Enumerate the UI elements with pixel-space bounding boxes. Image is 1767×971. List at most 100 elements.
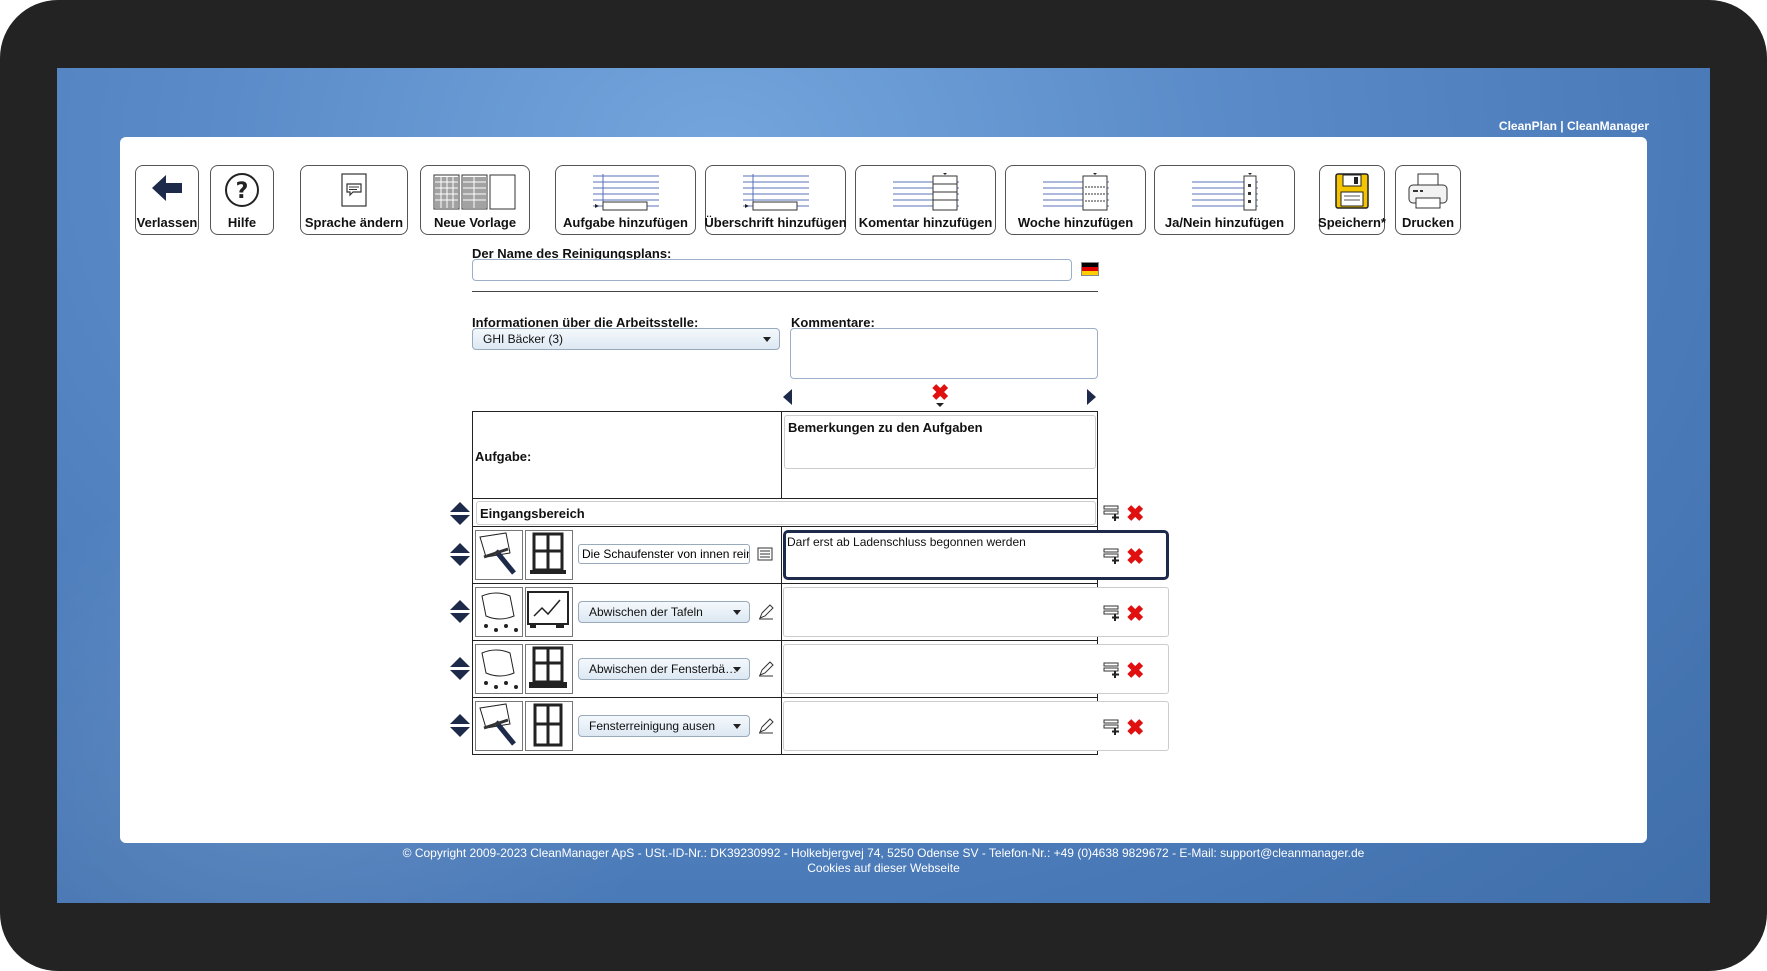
add-comment-button[interactable]: Komentar hinzufügen	[855, 165, 996, 235]
pencil-icon[interactable]	[757, 603, 775, 626]
plan-name-input[interactable]	[472, 259, 1072, 281]
add-week-label: Woche hinzufügen	[1017, 215, 1134, 230]
app-screen: CleanPlan | CleanManager Verlassen ? Hil…	[57, 68, 1710, 903]
remarks-column-header: Bemerkungen zu den Aufgaben	[788, 420, 983, 435]
section-row: Eingangsbereich	[472, 499, 1098, 527]
workplace-select-value: GHI Bäcker (3)	[483, 332, 564, 346]
delete-row-icon[interactable]: ✖	[1126, 503, 1144, 525]
add-week-button[interactable]: Woche hinzufügen	[1005, 165, 1146, 235]
squeegee-icon[interactable]	[475, 530, 523, 580]
add-yesno-button[interactable]: Ja/Nein hinzufügen	[1154, 165, 1295, 235]
new-template-button[interactable]: Neue Vorlage	[420, 165, 530, 235]
window-cleaning-icon[interactable]	[525, 530, 573, 580]
add-yesno-label: Ja/Nein hinzufügen	[1164, 215, 1285, 230]
speech-bubble-icon	[301, 172, 407, 208]
squeegee-icon[interactable]	[475, 701, 523, 751]
column-prev-icon[interactable]	[783, 389, 792, 405]
leave-button[interactable]: Verlassen	[135, 165, 199, 235]
task-name: Abwischen der Tafeln	[589, 605, 703, 619]
template-grid-icon	[421, 172, 529, 210]
add-row-icon[interactable]	[1103, 504, 1123, 522]
print-label: Drucken	[1401, 215, 1455, 230]
language-label: Sprache ändern	[304, 215, 404, 230]
sort-arrows-icon[interactable]	[450, 600, 470, 624]
row-actions: ✖	[1103, 603, 1144, 625]
copyright-text: © Copyright 2009-2023 CleanManager ApS -…	[402, 846, 1365, 860]
heading-table-icon	[706, 172, 845, 212]
window-icon[interactable]	[525, 701, 573, 751]
add-heading-label: Überschrift hinzufügen	[704, 215, 847, 230]
task-name: Fensterreinigung ausen	[589, 719, 716, 733]
add-task-label: Aufgabe hinzufügen	[563, 215, 688, 230]
add-row-icon[interactable]	[1103, 547, 1123, 565]
chevron-down-icon	[733, 724, 741, 729]
chevron-down-icon	[733, 610, 741, 615]
wet-cloth-icon[interactable]	[475, 644, 523, 694]
svg-text:?: ?	[236, 179, 249, 204]
delete-column-icon[interactable]: ✖	[931, 382, 949, 404]
task-name-input[interactable]: Die Schaufenster von innen reinig	[578, 544, 750, 564]
task-select[interactable]: Abwischen der Tafeln	[578, 601, 750, 623]
german-flag-icon[interactable]	[1081, 262, 1099, 276]
add-heading-button[interactable]: Überschrift hinzufügen	[704, 165, 847, 235]
footer: © Copyright 2009-2023 CleanManager ApS -…	[57, 846, 1710, 876]
delete-row-icon[interactable]: ✖	[1126, 717, 1144, 739]
week-table-icon	[1006, 172, 1145, 212]
save-button[interactable]: Speichern*	[1318, 165, 1386, 235]
sort-arrows-icon[interactable]	[450, 657, 470, 681]
task-name: Abwischen der Fensterbä…	[589, 662, 738, 676]
leave-label: Verlassen	[136, 215, 198, 230]
help-button[interactable]: ? Hilfe	[210, 165, 274, 235]
workplace-select[interactable]: GHI Bäcker (3)	[472, 328, 780, 350]
column-caret-icon	[936, 403, 944, 407]
comments-textarea[interactable]	[790, 328, 1098, 379]
print-button[interactable]: Drucken	[1395, 165, 1461, 235]
task-table-icon	[556, 172, 695, 212]
add-row-icon[interactable]	[1103, 661, 1123, 679]
device-frame: CleanPlan | CleanManager Verlassen ? Hil…	[0, 0, 1767, 971]
sort-arrows-icon[interactable]	[450, 714, 470, 738]
task-name: Die Schaufenster von innen reinig	[582, 547, 750, 561]
brand-link[interactable]: CleanPlan | CleanManager	[1499, 119, 1649, 133]
whiteboard-icon[interactable]	[525, 587, 573, 637]
section-title-input[interactable]: Eingangsbereich	[476, 501, 1096, 525]
task-select[interactable]: Fensterreinigung ausen	[578, 715, 750, 737]
add-row-icon[interactable]	[1103, 604, 1123, 622]
back-arrow-icon	[136, 172, 198, 204]
section-actions: ✖	[1103, 503, 1144, 525]
help-label: Hilfe	[227, 215, 257, 230]
task-row: Abwischen der Tafeln	[472, 584, 1169, 641]
add-comment-label: Komentar hinzufügen	[858, 215, 993, 230]
pencil-icon[interactable]	[757, 717, 775, 740]
language-button[interactable]: Sprache ändern	[300, 165, 408, 235]
divider	[472, 291, 1098, 292]
column-next-icon[interactable]	[1087, 389, 1096, 405]
add-row-icon[interactable]	[1103, 718, 1123, 736]
sort-arrows-icon[interactable]	[450, 502, 470, 526]
task-remark-text: Darf erst ab Ladenschluss begonnen werde…	[787, 535, 1026, 549]
delete-row-icon[interactable]: ✖	[1126, 546, 1144, 568]
chevron-down-icon	[733, 667, 741, 672]
add-task-button[interactable]: Aufgabe hinzufügen	[555, 165, 696, 235]
new-template-label: Neue Vorlage	[433, 215, 517, 230]
remarks-header-box[interactable]: Bemerkungen zu den Aufgaben	[784, 415, 1096, 469]
chevron-down-icon	[763, 337, 771, 342]
delete-row-icon[interactable]: ✖	[1126, 603, 1144, 625]
question-icon: ?	[211, 172, 273, 208]
comment-table-icon	[856, 172, 995, 212]
cookies-link[interactable]: Cookies auf dieser Webseite	[57, 861, 1710, 876]
yesno-table-icon	[1155, 172, 1294, 212]
task-column-header: Aufgabe:	[475, 449, 532, 464]
window-sill-icon[interactable]	[525, 644, 573, 694]
pencil-icon[interactable]	[757, 660, 775, 683]
row-actions: ✖	[1103, 546, 1144, 568]
floppy-disk-icon	[1320, 172, 1384, 210]
delete-row-icon[interactable]: ✖	[1126, 660, 1144, 682]
wet-cloth-icon[interactable]	[475, 587, 523, 637]
task-row: Die Schaufenster von innen reinig Darf er…	[472, 527, 1169, 584]
printer-icon	[1396, 172, 1460, 210]
save-label: Speichern*	[1318, 215, 1386, 230]
task-select[interactable]: Abwischen der Fensterbä…	[578, 658, 750, 680]
sort-arrows-icon[interactable]	[450, 543, 470, 567]
list-icon[interactable]	[757, 546, 773, 567]
